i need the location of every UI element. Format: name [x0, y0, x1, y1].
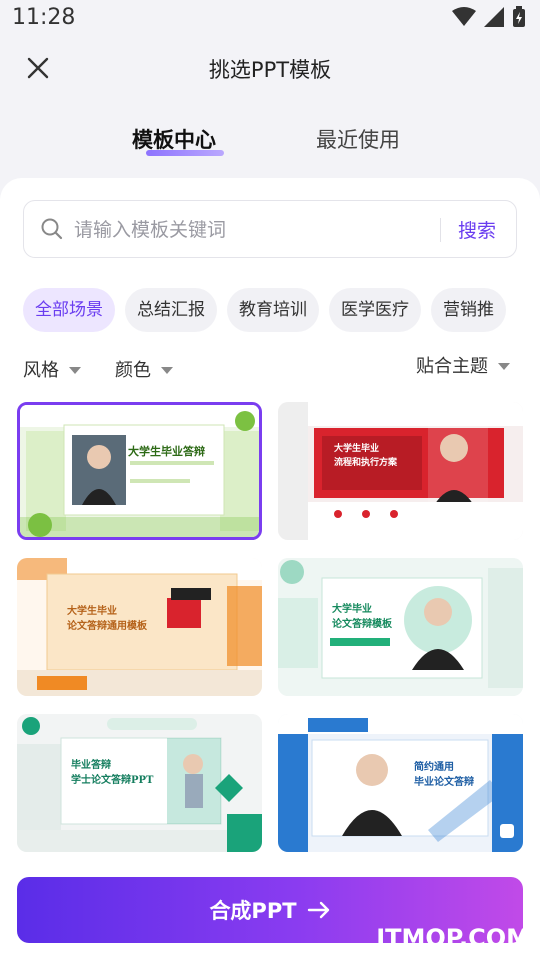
template-title: 简约通用 毕业论文答辩 — [414, 762, 474, 788]
battery-icon — [513, 6, 525, 27]
chip-all-scenes[interactable]: 全部场景 — [23, 288, 115, 332]
template-card[interactable]: 毕业答辩 学士论文答辩PPT — [17, 714, 262, 852]
chip-education-training[interactable]: 教育培训 — [227, 288, 319, 332]
search-icon — [41, 218, 63, 240]
template-card[interactable]: 大学生毕业 流程和执行方案 — [278, 402, 523, 540]
template-thumbnail — [278, 714, 523, 852]
search-divider — [440, 218, 441, 242]
style-filter[interactable]: 风格 — [23, 356, 81, 382]
chevron-down-icon — [69, 366, 81, 374]
color-filter[interactable]: 颜色 — [115, 356, 173, 382]
tab-template-center[interactable]: 模板中心 — [132, 124, 216, 154]
chip-summary-report[interactable]: 总结汇报 — [125, 288, 217, 332]
style-filter-label: 风格 — [23, 360, 59, 381]
signal-icon — [484, 7, 504, 27]
template-card[interactable]: 大学毕业 论文答辩模板 — [278, 558, 523, 696]
template-title: 大学生毕业 论文答辩通用模板 — [67, 606, 147, 632]
template-card[interactable]: 大学生毕业答辩 — [17, 402, 262, 540]
chip-medical[interactable]: 医学医疗 — [329, 288, 421, 332]
chevron-down-icon — [161, 366, 173, 374]
compose-ppt-label: 合成PPT — [209, 899, 297, 923]
status-icons — [452, 6, 526, 28]
page-title: 挑选PPT模板 — [208, 58, 332, 82]
tab-recent[interactable]: 最近使用 — [316, 124, 400, 154]
main-panel: 搜索 全部场景总结汇报教育培训医学医疗营销推 风格 颜色 贴合主题 — [0, 178, 540, 960]
template-title: 大学生毕业答辩 — [128, 445, 205, 458]
template-card[interactable]: 简约通用 毕业论文答辩 — [278, 714, 523, 852]
template-title: 大学毕业 论文答辩模板 — [332, 604, 392, 630]
status-bar: 11:28 — [0, 0, 540, 38]
tab-bar: 模板中心 最近使用 — [0, 118, 540, 162]
chip-marketing[interactable]: 营销推 — [431, 288, 506, 332]
search-input[interactable] — [74, 215, 434, 245]
chevron-down-icon — [498, 362, 510, 370]
template-thumbnail — [20, 405, 259, 537]
wifi-icon — [452, 7, 476, 26]
search-bar: 搜索 — [23, 200, 517, 258]
top-bar: 挑选PPT模板 — [0, 42, 540, 94]
template-title: 大学生毕业 流程和执行方案 — [334, 444, 398, 468]
sort-filter-label: 贴合主题 — [416, 356, 488, 377]
status-time: 11:28 — [12, 5, 76, 30]
color-filter-label: 颜色 — [115, 360, 151, 381]
arrow-right-icon — [307, 901, 329, 919]
template-thumbnail — [278, 402, 523, 540]
search-button[interactable]: 搜索 — [458, 216, 496, 243]
sort-filter[interactable]: 贴合主题 — [416, 352, 510, 378]
watermark-logo: ITMOP.COM — [376, 924, 530, 952]
template-title: 毕业答辩 学士论文答辩PPT — [71, 760, 154, 786]
filter-row: 风格 颜色 贴合主题 — [0, 356, 540, 386]
template-card[interactable]: 大学生毕业 论文答辩通用模板 — [17, 558, 262, 696]
category-chips: 全部场景 总结汇报 教育培训 医学医疗 营销推 — [23, 288, 540, 332]
template-thumbnail — [278, 558, 523, 696]
